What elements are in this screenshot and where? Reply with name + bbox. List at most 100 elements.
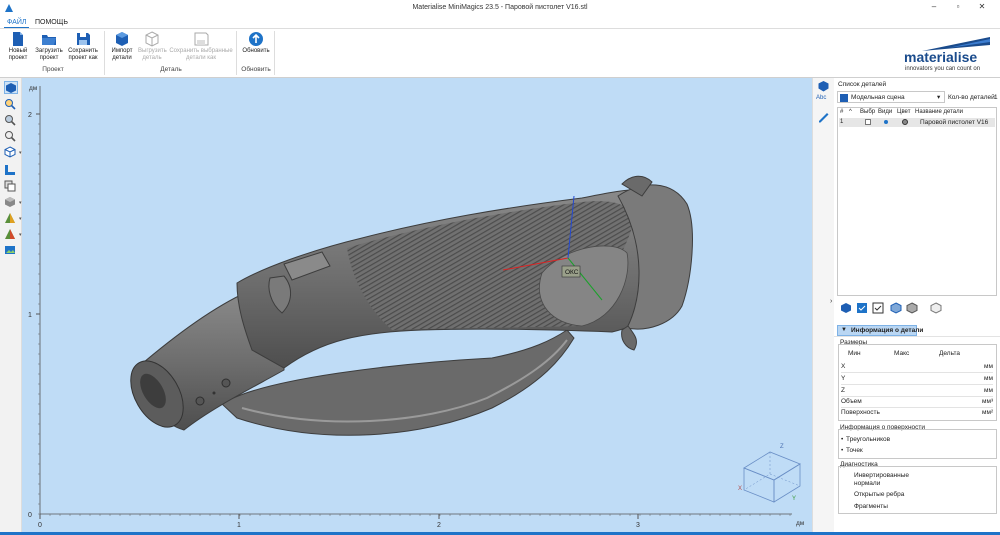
- part-info-tab[interactable]: ▼ Информация о детали: [837, 325, 923, 336]
- end-cap-lug: [621, 325, 637, 351]
- save-selected-as-button[interactable]: Сохранить выбранные детали как: [168, 31, 234, 62]
- column-header[interactable]: Види: [878, 109, 892, 115]
- y-axis-unit: дм: [29, 85, 38, 92]
- refresh-button[interactable]: Обновить: [240, 31, 272, 55]
- parts-list-toggle[interactable]: [817, 80, 831, 93]
- close-button[interactable]: ✕: [974, 2, 990, 14]
- nav-cube-y-label: Y: [792, 496, 796, 502]
- show-parts-icon[interactable]: [890, 302, 902, 314]
- delete-part-icon[interactable]: [930, 302, 942, 314]
- zoom-fit-icon: [5, 115, 16, 126]
- nav-cube-z-label: Z: [780, 444, 784, 450]
- dim-unit: мм²: [982, 409, 994, 416]
- x-tick-label: 0: [38, 522, 42, 529]
- button-dot: [221, 378, 231, 388]
- measure-tool[interactable]: [4, 164, 18, 177]
- triangle-tool[interactable]: ▾: [4, 212, 22, 225]
- part-model[interactable]: [120, 175, 693, 436]
- window-title: Materialise MiniMagics 23.5 - Паровой пи…: [412, 4, 588, 11]
- column-header[interactable]: #: [840, 109, 843, 115]
- scene-icon: [840, 94, 848, 102]
- image-icon: [5, 246, 15, 254]
- refresh-label: Обновить: [242, 48, 270, 54]
- materialise-logo: materialise innovators you can count on: [890, 35, 995, 75]
- row-select-checkbox[interactable]: [865, 119, 871, 125]
- load-project-button[interactable]: Загрузить проект: [34, 31, 64, 62]
- triangle-icon: [5, 213, 15, 223]
- menu-bar: ФАЙЛ ПОМОЩЬ: [0, 17, 1000, 29]
- 3d-viewport[interactable]: дм 2 1 0 0 1 2 3 дм ОКС Z X Y: [22, 78, 812, 533]
- export-cube-icon: [145, 31, 159, 47]
- pen-tool[interactable]: [817, 110, 831, 123]
- view-cube-icon: [4, 146, 16, 158]
- part-cube-icon[interactable]: [840, 302, 852, 314]
- nav-cube-x-label: X: [738, 486, 742, 492]
- save-project-as-button[interactable]: Сохранить проект как: [66, 31, 100, 62]
- group-project-label: Проект: [42, 66, 64, 73]
- new-project-button[interactable]: Новый проект: [4, 31, 32, 62]
- left-toolbar: ▾ ▾ ▾ ▾: [0, 78, 22, 533]
- nav-cube-left: [743, 467, 775, 503]
- annotation-tool[interactable]: Abc: [816, 95, 832, 108]
- section-icon: [4, 180, 16, 192]
- collapse-arrow-icon[interactable]: ›: [830, 298, 832, 305]
- column-header[interactable]: Цвет: [897, 109, 910, 115]
- section-tool[interactable]: [4, 180, 18, 193]
- parts-toolbar: [840, 302, 950, 316]
- render-mode-tool[interactable]: ▾: [4, 196, 22, 209]
- zoom-window-icon: [5, 131, 16, 142]
- parts-table: # ^ Выбр Види Цвет Название детали 1 Пар…: [837, 107, 997, 296]
- dim-unit: мм: [984, 387, 993, 394]
- dim-header-delta: Дельта: [939, 350, 960, 357]
- divider: [841, 384, 993, 385]
- mesh-tool[interactable]: ▾: [4, 228, 22, 241]
- zoom-window-tool[interactable]: [4, 130, 18, 143]
- save-selected-as-label: Сохранить выбранные детали как: [169, 48, 233, 61]
- invert-selection-icon[interactable]: [872, 302, 884, 314]
- parts-list-title: Список деталей: [838, 81, 887, 88]
- restore-button[interactable]: ▫: [950, 2, 966, 14]
- triangles-label: Треугольников: [846, 436, 891, 443]
- import-parts-button[interactable]: Импорт детали: [108, 31, 136, 62]
- chevron-down-icon: ▾: [937, 94, 941, 101]
- color-swatch-icon[interactable]: [902, 119, 908, 125]
- divider: [841, 372, 993, 373]
- divider: [841, 396, 993, 397]
- view-cube-tool[interactable]: [4, 81, 18, 94]
- y-tick-label: 0: [28, 512, 32, 519]
- menu-help[interactable]: ПОМОЩЬ: [32, 18, 71, 27]
- zoom-tool[interactable]: [4, 98, 18, 111]
- table-row[interactable]: 1 Паровой пистолет V16: [839, 118, 995, 127]
- view-direction-tool[interactable]: ▾: [4, 146, 22, 159]
- y-tick-label: 1: [28, 312, 32, 319]
- ribbon-separator: [274, 31, 275, 75]
- inverted-normals-label: Инвертированные нормали: [854, 472, 910, 487]
- dim-header-min: Мин: [848, 350, 861, 357]
- surface-info-group: [838, 429, 997, 459]
- screenshot-tool[interactable]: [4, 244, 18, 257]
- parts-panel: Список деталей Модельная сцена ▾ Кол-во …: [834, 78, 1000, 533]
- column-header[interactable]: Название детали: [915, 109, 963, 115]
- cube-icon: [6, 83, 16, 93]
- origin-label: ОКС: [565, 269, 579, 276]
- export-parts-button[interactable]: Выгрузить деталь: [138, 31, 167, 62]
- visibility-icon[interactable]: [884, 120, 888, 124]
- navigation-cube[interactable]: Z X Y: [738, 444, 801, 503]
- logo-tagline: innovators you can count on: [905, 66, 981, 72]
- column-header[interactable]: ^: [849, 109, 852, 115]
- divider: [841, 407, 993, 408]
- zoom-fit-tool[interactable]: [4, 114, 18, 127]
- new-document-icon: [13, 32, 23, 46]
- save-selected-icon: [194, 32, 209, 46]
- import-cube-icon: [116, 32, 128, 46]
- minimize-button[interactable]: –: [926, 2, 942, 14]
- select-all-icon[interactable]: [856, 302, 868, 314]
- import-parts-label: Импорт детали: [111, 48, 133, 61]
- hide-parts-icon[interactable]: [906, 302, 918, 314]
- column-header[interactable]: Выбр: [860, 109, 875, 115]
- ruler-icon: [5, 165, 15, 175]
- pencil-icon: [819, 113, 829, 123]
- menu-file[interactable]: ФАЙЛ: [4, 18, 30, 28]
- part-name: Паровой пистолет V16: [920, 119, 989, 126]
- scene-select[interactable]: Модельная сцена ▾: [837, 91, 945, 103]
